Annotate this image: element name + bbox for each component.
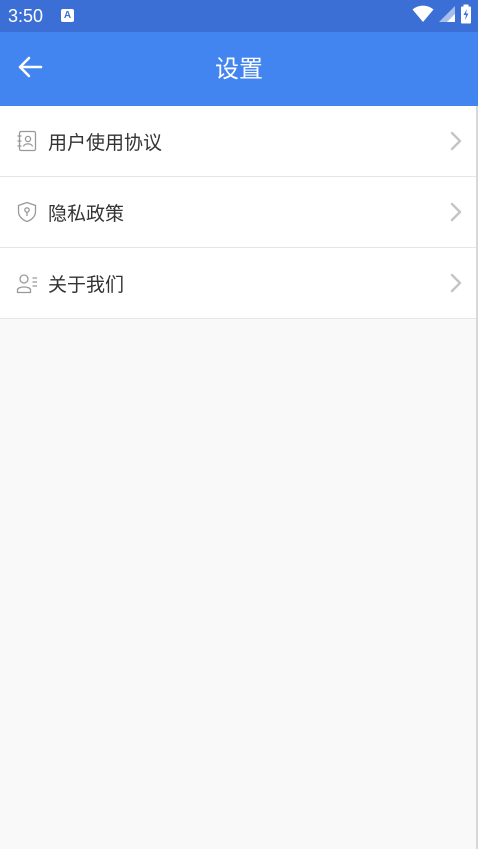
notification-icon: A: [61, 9, 74, 22]
back-button[interactable]: [10, 49, 50, 89]
menu-item-label: 隐私政策: [48, 202, 125, 225]
status-time: 3:50: [8, 6, 44, 26]
menu-item-about-us[interactable]: 关于我们: [0, 248, 476, 318]
contact-book-icon: [16, 130, 38, 152]
page-title: 设置: [215, 55, 263, 83]
menu-item-user-agreement[interactable]: 用户使用协议: [0, 106, 476, 177]
wifi-icon: [412, 5, 434, 27]
user-list-icon: [16, 272, 38, 294]
chevron-right-icon: [448, 130, 464, 152]
menu-item-label: 关于我们: [48, 273, 125, 296]
app-bar: 设置: [0, 32, 478, 106]
arrow-left-icon: [17, 56, 43, 82]
menu-item-privacy-policy[interactable]: 隐私政策: [0, 177, 476, 248]
shield-icon: [16, 201, 38, 223]
settings-menu: 用户使用协议 隐私政策 关于我们: [0, 106, 476, 319]
status-icons: [412, 4, 472, 28]
battery-charging-icon: [460, 4, 472, 28]
chevron-right-icon: [448, 201, 464, 223]
signal-icon: [438, 5, 456, 27]
chevron-right-icon: [448, 272, 464, 294]
status-bar: 3:50 A: [0, 0, 478, 32]
menu-item-label: 用户使用协议: [48, 131, 163, 154]
